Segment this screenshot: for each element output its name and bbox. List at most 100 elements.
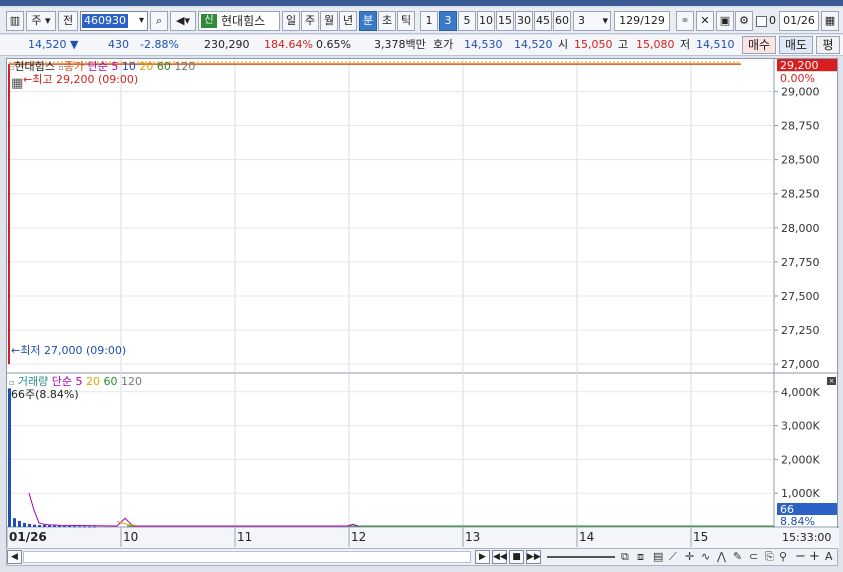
stock-name-field[interactable]: 신 현대힘스 xyxy=(198,11,280,31)
interval-input[interactable]: 3 ▾ xyxy=(573,11,611,31)
chevron-down-icon[interactable]: ▾ xyxy=(602,12,608,30)
zoom-icon[interactable]: ⚲ xyxy=(779,550,787,564)
zoom-out-icon[interactable]: − xyxy=(795,550,806,564)
legend-volume: 거래량 xyxy=(17,375,49,388)
volume-bar xyxy=(93,526,96,528)
period-tab-0[interactable]: 일 xyxy=(282,11,300,31)
x-tick-label: 12 xyxy=(351,530,366,544)
buy-button[interactable]: 매수 xyxy=(742,36,776,54)
fast-forward-icon[interactable]: ▶▶ xyxy=(526,550,541,564)
low-annotation: ←최저 27,000 (09:00) xyxy=(11,344,127,357)
zigzag-icon[interactable]: ⋀ xyxy=(717,550,726,564)
volume-current: 66주(8.84%) xyxy=(11,388,79,401)
legend-vol-ma120: 120 xyxy=(121,375,143,388)
legend-vol-ma-type: 단순 xyxy=(51,375,73,388)
trendline-icon[interactable]: ⟋ xyxy=(669,550,677,564)
stop-icon[interactable]: ■ xyxy=(509,550,524,564)
price-tick-label: 28,500 xyxy=(781,154,820,167)
layout-icon[interactable]: ▥ xyxy=(6,11,24,31)
turnover-rate: 0.65% xyxy=(316,38,351,51)
legend-ma5: 5 xyxy=(111,60,119,73)
period-tab-3[interactable]: 년 xyxy=(339,11,357,31)
price-tick-label: 27,500 xyxy=(781,290,820,303)
wave-icon[interactable]: ∿ xyxy=(701,550,710,564)
sound-icon[interactable]: ◀▾ xyxy=(170,11,196,31)
scroll-left-icon[interactable]: ◀ xyxy=(7,550,22,564)
overlay-checkbox[interactable] xyxy=(756,16,767,27)
market-select[interactable]: 주 ▾ xyxy=(26,11,56,31)
link-icon[interactable]: ⚭ xyxy=(676,11,694,31)
period-tab-2[interactable]: 월 xyxy=(320,11,338,31)
legend-close: 종가 xyxy=(63,60,85,73)
save-icon[interactable]: ▣ xyxy=(716,11,734,31)
ask-price: 14,530 xyxy=(464,38,503,51)
period-tab-6[interactable]: 틱 xyxy=(397,11,415,31)
search-icon[interactable]: ⌕ xyxy=(150,11,168,31)
pencil-icon[interactable]: ✎ xyxy=(733,550,742,564)
interval-tab-3[interactable]: 3 xyxy=(439,11,457,31)
multi-chart-icon[interactable]: ⧉ xyxy=(621,550,629,564)
legend-vol-ma20: 20 xyxy=(86,375,101,388)
stock-code-input[interactable]: 460930 ▾ xyxy=(80,11,148,31)
interval-tab-15[interactable]: 15 xyxy=(496,11,514,31)
price-tick-label: 28,250 xyxy=(781,188,820,201)
period-tab-5[interactable]: 초 xyxy=(378,11,396,31)
volume-bar xyxy=(13,518,16,527)
calendar-icon[interactable]: ▦ xyxy=(821,11,839,31)
copy-icon[interactable]: ⎘ xyxy=(765,550,774,564)
zoom-in-icon[interactable]: + xyxy=(809,550,820,564)
volume-bar xyxy=(68,525,71,527)
volume-pct: 8.84% xyxy=(780,515,815,528)
crosshair-icon[interactable]: ✛ xyxy=(685,550,694,564)
volume-bar xyxy=(58,525,61,527)
chart-area[interactable]: 01/26 10 11 12 13 14 15 29,000 28,750 28,500 28,25… xyxy=(6,58,839,549)
grid-icon[interactable]: ▤ xyxy=(653,550,663,564)
calendar-icon[interactable]: ▦ xyxy=(11,77,23,91)
price-tick-label: 27,000 xyxy=(781,358,820,371)
interval-tab-30[interactable]: 30 xyxy=(515,11,533,31)
volume-ma5-line xyxy=(28,493,360,527)
period-tab-4[interactable]: 분 xyxy=(359,11,377,31)
rewind-icon[interactable]: ◀◀ xyxy=(492,550,507,564)
tools-icon[interactable]: ✕ xyxy=(696,11,714,31)
gear-icon[interactable]: ⚙ xyxy=(735,11,753,31)
high-annotation: ←최고 29,200 (09:00) xyxy=(23,73,139,86)
volume-bar xyxy=(38,524,41,527)
price-tag: 29,200 xyxy=(780,59,819,72)
evaluation-button[interactable]: 평 xyxy=(816,36,840,54)
volume-ratio: 184.64% xyxy=(264,38,313,51)
price-pct: 0.00% xyxy=(780,72,815,85)
volume-bar xyxy=(78,526,81,528)
price-tick-label: 28,000 xyxy=(781,222,820,235)
volume-tick-label: 1,000K xyxy=(781,487,820,500)
price-tick-label: 27,250 xyxy=(781,324,820,337)
close-panel-icon[interactable]: × xyxy=(827,377,836,385)
overlay-icon[interactable]: ⧈ xyxy=(637,550,644,564)
bar-count-field[interactable]: 129/129 xyxy=(614,11,670,31)
horizontal-scrollbar[interactable] xyxy=(23,551,471,563)
font-size-icon[interactable]: A xyxy=(825,550,833,564)
interval-tab-5[interactable]: 5 xyxy=(458,11,476,31)
x-tick-label: 11 xyxy=(237,530,252,544)
quote-bar: 14,520 ▼ 430 -2.88% 230,290 184.64% 0.65… xyxy=(0,35,843,56)
open-price: 15,050 xyxy=(574,38,613,51)
sell-button[interactable]: 매도 xyxy=(779,36,813,54)
interval-tab-60[interactable]: 60 xyxy=(553,11,571,31)
x-tick-label: 13 xyxy=(465,530,480,544)
new-listing-badge: 신 xyxy=(201,14,217,28)
interval-tab-10[interactable]: 10 xyxy=(477,11,495,31)
period-tab-1[interactable]: 주 xyxy=(301,11,319,31)
interval-tab-45[interactable]: 45 xyxy=(534,11,552,31)
play-icon[interactable]: ▶ xyxy=(475,550,490,564)
date-field[interactable]: 01/26 xyxy=(779,11,819,31)
speed-slider[interactable] xyxy=(547,556,615,558)
legend-toggle-icon[interactable]: ▫ xyxy=(9,378,14,387)
magnet-icon[interactable]: ⊂ xyxy=(749,550,758,564)
chevron-down-icon[interactable]: ▾ xyxy=(139,12,144,30)
volume-bar xyxy=(73,526,76,528)
interval-tab-1[interactable]: 1 xyxy=(420,11,438,31)
mode-button[interactable]: 전 xyxy=(58,11,78,31)
price-change: 430 xyxy=(108,38,129,51)
chart-canvas[interactable]: 01/26 10 11 12 13 14 15 29,000 28,750 28,500 28,25… xyxy=(7,59,839,549)
x-tick-label: 01/26 xyxy=(9,530,47,544)
